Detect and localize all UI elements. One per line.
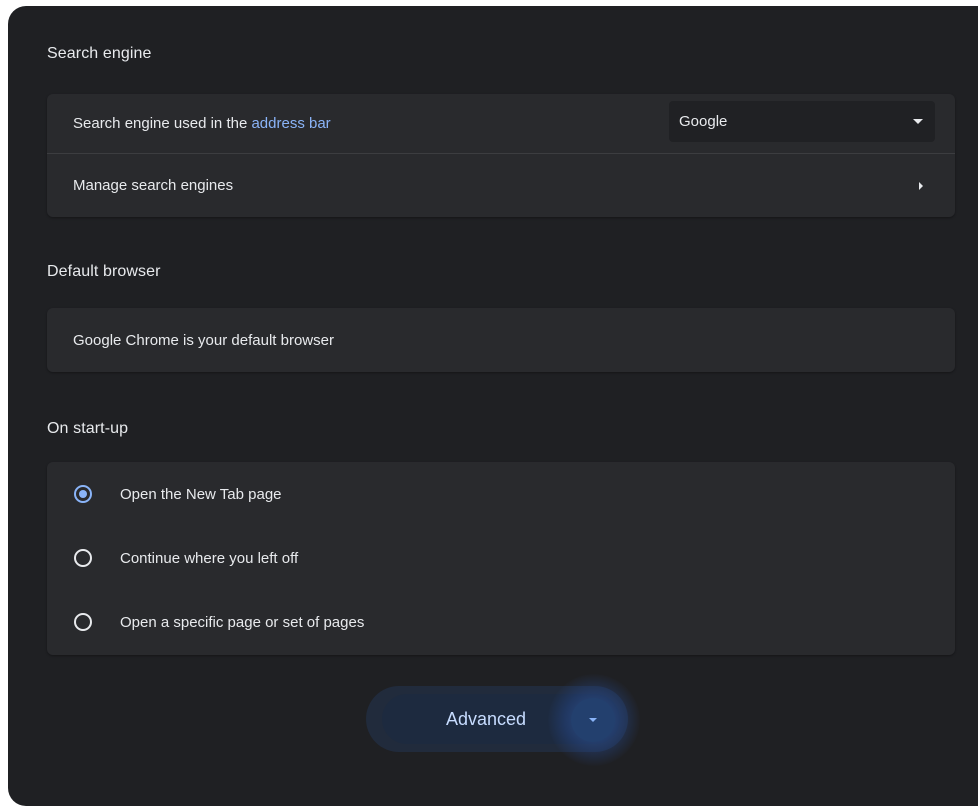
startup-option-continue[interactable]: Continue where you left off [47,526,955,590]
manage-search-engines-label: Manage search engines [73,177,234,194]
radio-unchecked-icon[interactable] [74,613,92,631]
search-engine-select[interactable]: Google [669,101,935,142]
radio-unchecked-icon[interactable] [74,549,92,567]
advanced-button-label: Advanced [445,708,527,729]
caret-down-icon [913,119,923,124]
startup-option-label: Open a specific page or set of pages [120,613,365,631]
chevron-right-icon [919,182,923,190]
startup-card: Open the New Tab page Continue where you… [47,462,955,655]
advanced-expand-toggle[interactable] [571,698,615,742]
default-browser-status: Google Chrome is your default browser [73,331,334,349]
manage-search-engines-row[interactable]: Manage search engines [47,153,955,217]
search-engine-row: Search engine used in the address bar Go… [47,94,955,153]
default-browser-card: Google Chrome is your default browser [47,308,955,372]
search-engine-card: Search engine used in the address bar Go… [47,94,955,217]
search-engine-section-title: Search engine [47,45,152,62]
chevron-down-icon [589,718,597,722]
default-browser-section-title: Default browser [47,263,161,280]
startup-section-title: On start-up [47,420,129,437]
search-engine-label-prefix: Search engine used in the [73,115,252,132]
search-engine-selected-value: Google [679,113,728,130]
startup-option-label: Continue where you left off [120,549,299,567]
address-bar-link[interactable]: address bar [251,115,330,132]
startup-option-label: Open the New Tab page [120,485,282,503]
default-browser-row: Google Chrome is your default browser [47,308,955,372]
search-engine-label: Search engine used in the address bar [73,115,331,132]
radio-checked-icon[interactable] [74,485,92,503]
startup-option-new-tab[interactable]: Open the New Tab page [47,462,955,526]
startup-option-specific-pages[interactable]: Open a specific page or set of pages [47,590,955,654]
